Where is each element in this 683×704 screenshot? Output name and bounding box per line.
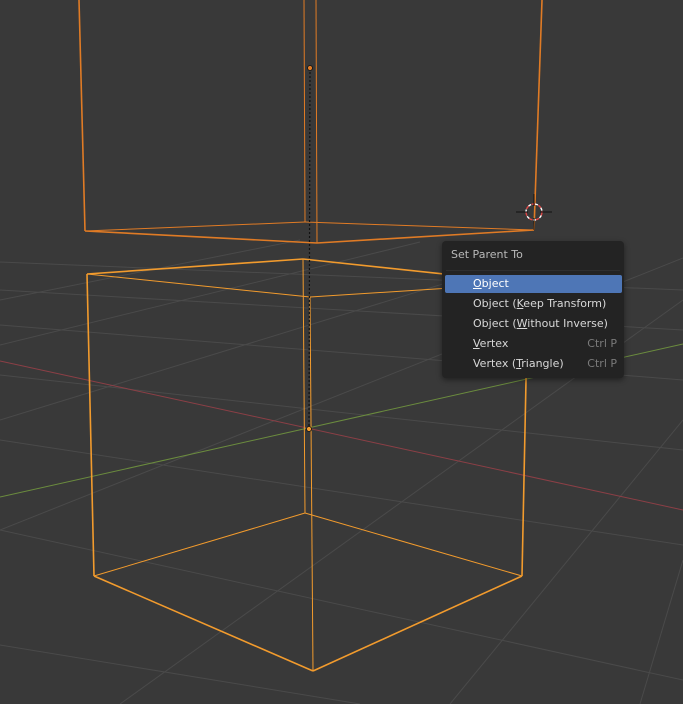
x-axis-line [0,360,683,511]
menu-title: Set Parent To [451,248,523,261]
menu-item-shortcut: Ctrl P [587,337,617,350]
menu-item-object[interactable]: Object [445,275,622,293]
menu-item-object-without-inverse[interactable]: Object (Without Inverse) [445,315,622,333]
active-cube[interactable] [78,0,543,244]
menu-item-vertex[interactable]: Vertex Ctrl P [445,335,622,353]
menu-item-label: Object (Without Inverse) [473,317,608,330]
menu-item-label: Object (Keep Transform) [473,297,607,310]
parent-relationship-line [308,67,311,430]
menu-item-label: Vertex [473,337,509,350]
menu-item-label: Vertex (Triangle) [473,357,564,370]
menu-separator [446,270,620,271]
object-origin-icon [306,426,312,432]
menu-item-vertex-triangle[interactable]: Vertex (Triangle) Ctrl P [445,355,622,373]
menu-item-label: Object [473,277,509,290]
menu-items: Object Object (Keep Transform) Object (W… [445,275,622,375]
3d-viewport[interactable]: Set Parent To Object Object (Keep Transf… [0,0,683,704]
menu-item-shortcut: Ctrl P [587,357,617,370]
menu-item-object-keep-transform[interactable]: Object (Keep Transform) [445,295,622,313]
object-origin-icon [307,65,313,71]
set-parent-menu: Set Parent To Object Object (Keep Transf… [442,241,624,378]
